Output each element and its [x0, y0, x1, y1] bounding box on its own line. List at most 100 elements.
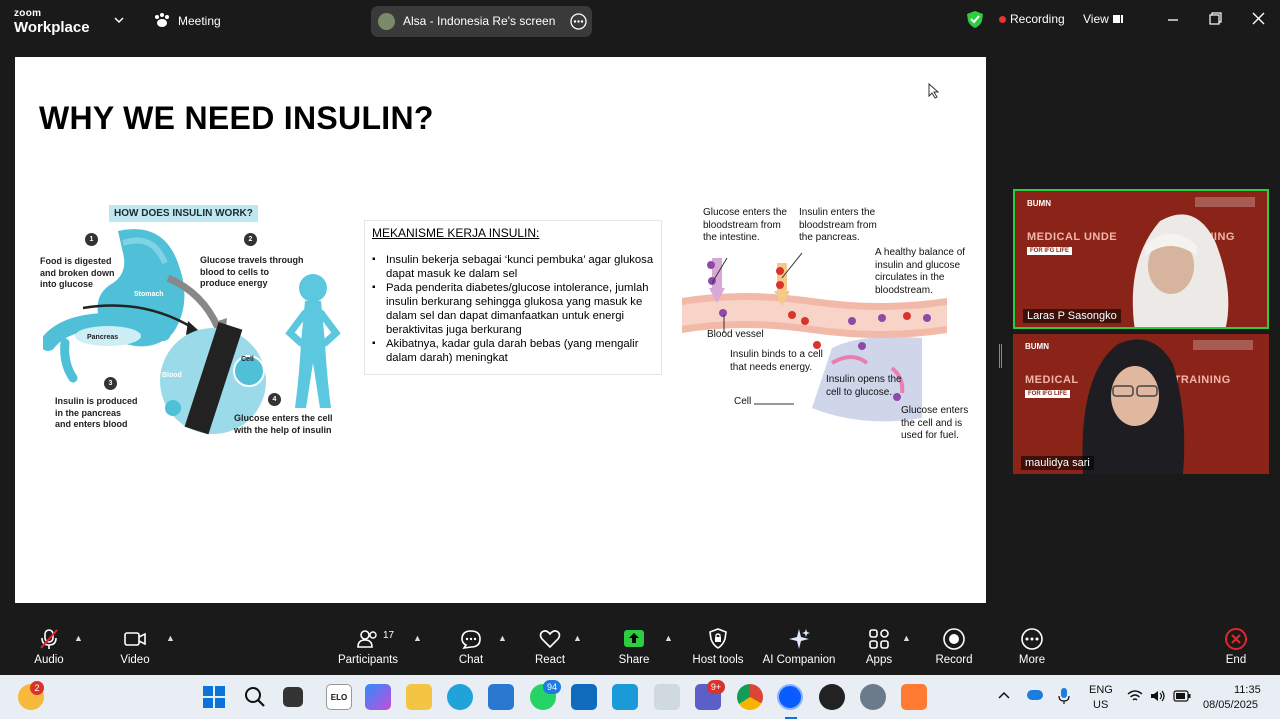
participants-options-caret[interactable]: ▲	[413, 633, 422, 643]
step1-text: Food is digested and broken down into gl…	[40, 256, 115, 289]
react-options-caret[interactable]: ▲	[573, 633, 582, 643]
pancreas-label: Pancreas	[87, 334, 119, 341]
whatsapp-badge: 94	[543, 680, 561, 694]
step2-text: Glucose travels through blood to cells t…	[200, 255, 304, 288]
meeting-toolbar: Audio ▲ Video ▲ 17 Participants ▲ Chat ▲…	[0, 619, 1280, 674]
participants-count: 17	[383, 630, 395, 641]
audio-button[interactable]: Audio	[24, 619, 74, 674]
blood-vessel-label: Blood vessel	[707, 329, 764, 340]
share-button[interactable]: Share	[612, 619, 656, 674]
meeting-menu[interactable]: Meeting	[178, 14, 221, 28]
chat-label: Chat	[458, 654, 484, 666]
insulin-diagram: HOW DOES INSULIN WORK? 1 2 3 4 Food is d…	[40, 203, 343, 443]
media-player-icon[interactable]	[819, 684, 845, 710]
share-options-caret[interactable]: ▲	[664, 633, 673, 643]
ai-companion-button[interactable]: AI Companion	[759, 619, 839, 674]
mechanism-item: Insulin bekerja sebagai ‘kunci pembuka’ …	[372, 253, 654, 281]
chat-button[interactable]: Chat	[449, 619, 493, 674]
close-icon[interactable]	[1252, 12, 1265, 25]
presenter-avatar	[378, 13, 395, 30]
screen-share-indicator[interactable]: Alsa - Indonesia Re's screen	[371, 6, 592, 37]
panel-resize-handle[interactable]	[999, 344, 1002, 368]
more-label: More	[1018, 654, 1046, 666]
onedrive-icon[interactable]	[1027, 690, 1043, 700]
cell-label: Cell	[734, 396, 752, 407]
video-options-caret[interactable]: ▲	[166, 633, 175, 643]
chevron-up-icon[interactable]	[998, 690, 1010, 702]
edge-icon[interactable]	[447, 684, 473, 710]
chrome-icon[interactable]	[737, 684, 763, 710]
shield-check-icon[interactable]	[966, 10, 984, 29]
more-options-icon[interactable]	[570, 13, 587, 30]
bloodstream-diagram: Glucose enters the bloodstream from the …	[682, 203, 968, 448]
utility-app-icon[interactable]	[654, 684, 680, 710]
elo-app-icon[interactable]: ELO	[326, 684, 352, 710]
audio-options-caret[interactable]: ▲	[74, 633, 83, 643]
chat-options-caret[interactable]: ▲	[498, 633, 507, 643]
apps-icon	[869, 629, 889, 649]
balance-label: A healthy balance of insulin and glucose…	[875, 247, 966, 296]
sparkle-icon	[789, 629, 810, 649]
language-indicator[interactable]: ENG	[1089, 684, 1113, 696]
participants-button[interactable]: 17 Participants	[334, 619, 402, 674]
recording-dot-icon	[999, 16, 1006, 23]
task-view-icon[interactable]	[283, 687, 303, 707]
file-explorer-icon[interactable]	[406, 684, 432, 710]
wifi-icon[interactable]	[1127, 689, 1143, 703]
title-bar: zoom Workplace Meeting Alsa - Indonesia …	[0, 0, 1280, 42]
audio-label: Audio	[34, 654, 64, 666]
clock-date[interactable]: 08/05/2025	[1203, 699, 1258, 711]
windows-start-icon[interactable]	[203, 686, 225, 708]
insulin-enters-label: Insulin enters the bloodstream from the …	[799, 207, 877, 243]
apps-button[interactable]: Apps	[857, 619, 901, 674]
teams-badge: 9+	[707, 680, 725, 694]
video-button[interactable]: Video	[110, 619, 160, 674]
battery-icon[interactable]	[1173, 690, 1191, 702]
glucose-cell-label: Glucose enters the cell and is used for …	[901, 405, 969, 441]
keyboard-layout[interactable]: US	[1093, 699, 1108, 711]
heart-icon	[539, 630, 561, 649]
video-camera-icon	[124, 632, 146, 646]
shared-screen-slide: WHY WE NEED INSULIN? HOW DOES INSULIN WO…	[15, 57, 986, 603]
step-number: 2	[244, 233, 257, 246]
mechanism-item: Pada penderita diabetes/glucose intolera…	[372, 281, 654, 337]
clock-time[interactable]: 11:35	[1234, 684, 1261, 696]
weather-badge: 2	[30, 681, 44, 695]
video-tile-maulidya[interactable]: BUMN MEDICAL O TRAINING FOR IFG LIFE mau…	[1013, 334, 1269, 474]
search-icon[interactable]	[244, 686, 266, 708]
volume-icon[interactable]	[1150, 689, 1166, 703]
recording-status[interactable]: Recording	[1010, 12, 1065, 26]
host-tools-label: Host tools	[692, 654, 744, 666]
zoom-taskbar-icon[interactable]	[777, 684, 803, 710]
video-tile-laras[interactable]: BUMN MEDICAL UNDE RAINING FOR IFG LIFE L…	[1013, 189, 1269, 329]
paw-icon	[155, 13, 169, 27]
snipping-tool-icon[interactable]	[901, 684, 927, 710]
minimize-icon[interactable]	[1167, 14, 1179, 26]
end-call-icon	[1225, 628, 1247, 650]
record-button[interactable]: Record	[930, 619, 978, 674]
react-button[interactable]: React	[528, 619, 572, 674]
restore-icon[interactable]	[1209, 12, 1222, 25]
chevron-down-icon[interactable]	[114, 15, 124, 25]
settings-gear-icon[interactable]	[860, 684, 886, 710]
microphone-icon[interactable]	[1058, 687, 1070, 705]
end-label: End	[1225, 654, 1247, 666]
store-icon[interactable]	[488, 684, 514, 710]
view-layout-icon[interactable]	[1112, 13, 1124, 25]
apps-label: Apps	[865, 654, 893, 666]
participant-video	[1082, 339, 1185, 474]
apps-options-caret[interactable]: ▲	[902, 633, 911, 643]
mechanism-textbox: MEKANISME KERJA INSULIN: Insulin bekerja…	[364, 220, 662, 375]
chat-icon	[461, 630, 481, 650]
calendar-app-icon[interactable]	[612, 684, 638, 710]
copilot-icon[interactable]	[365, 684, 391, 710]
tile-tag: FOR IFG LIFE	[1027, 247, 1072, 255]
ai-companion-label: AI Companion	[762, 654, 836, 666]
record-label: Record	[935, 654, 973, 666]
more-button[interactable]: More	[1010, 619, 1054, 674]
host-tools-button[interactable]: Host tools	[688, 619, 748, 674]
outlook-icon[interactable]	[571, 684, 597, 710]
view-button[interactable]: View	[1083, 12, 1109, 26]
binds-label: Insulin binds to a cell that needs energ…	[730, 349, 823, 373]
end-button[interactable]: End	[1214, 619, 1258, 674]
